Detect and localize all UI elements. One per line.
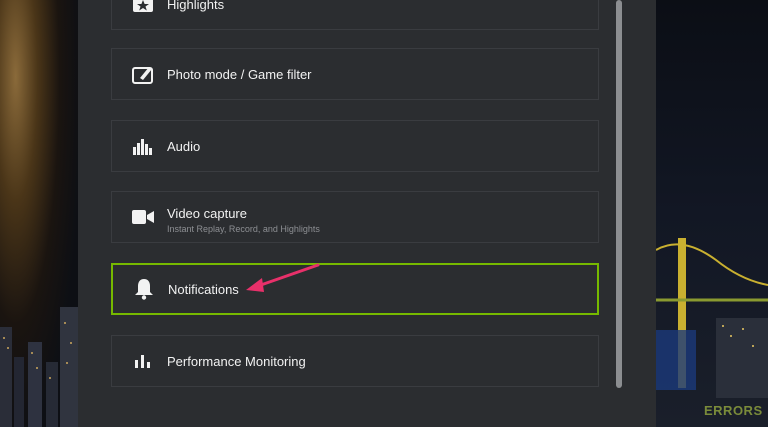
watermark: ERRORS — [704, 403, 763, 418]
annotation-arrow — [246, 263, 320, 292]
